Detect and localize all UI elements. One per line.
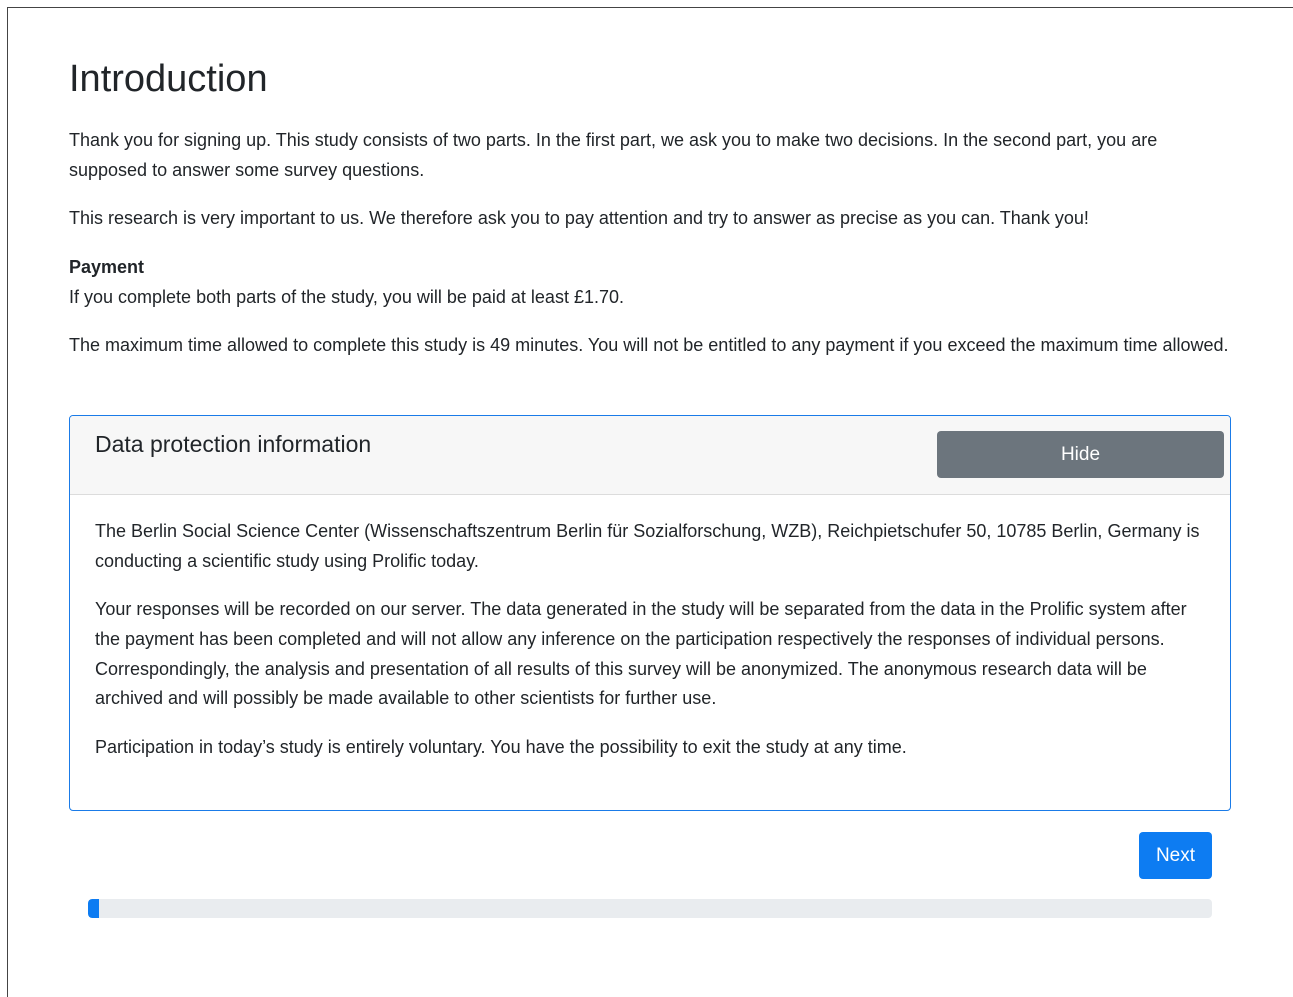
progress-bar bbox=[88, 899, 1212, 918]
data-protection-paragraph: The Berlin Social Science Center (Wissen… bbox=[95, 521, 1200, 571]
data-protection-card-body: The Berlin Social Science Center (Wissen… bbox=[70, 495, 1230, 763]
next-button[interactable]: Next bbox=[1139, 832, 1212, 879]
hide-button[interactable]: Hide bbox=[937, 431, 1224, 478]
data-protection-paragraph: Your responses will be recorded on our s… bbox=[95, 599, 1187, 709]
time-limit-text: The maximum time allowed to complete thi… bbox=[69, 335, 1229, 356]
data-protection-paragraph: Participation in today’s study is entire… bbox=[95, 737, 907, 758]
intro-paragraph: This research is very important to us. W… bbox=[69, 208, 1089, 229]
intro-section: Thank you for signing up. This study con… bbox=[69, 126, 1231, 380]
data-protection-card: Data protection information Hide The Ber… bbox=[69, 415, 1231, 811]
progress-bar-fill bbox=[88, 899, 100, 918]
payment-text: If you complete both parts of the study,… bbox=[69, 286, 624, 307]
page-title: Introduction bbox=[69, 58, 268, 100]
data-protection-title: Data protection information bbox=[95, 431, 372, 457]
data-protection-card-header: Data protection information Hide bbox=[70, 416, 1230, 495]
payment-heading: Payment bbox=[69, 257, 145, 278]
intro-paragraph: Thank you for signing up. This study con… bbox=[69, 130, 1158, 180]
